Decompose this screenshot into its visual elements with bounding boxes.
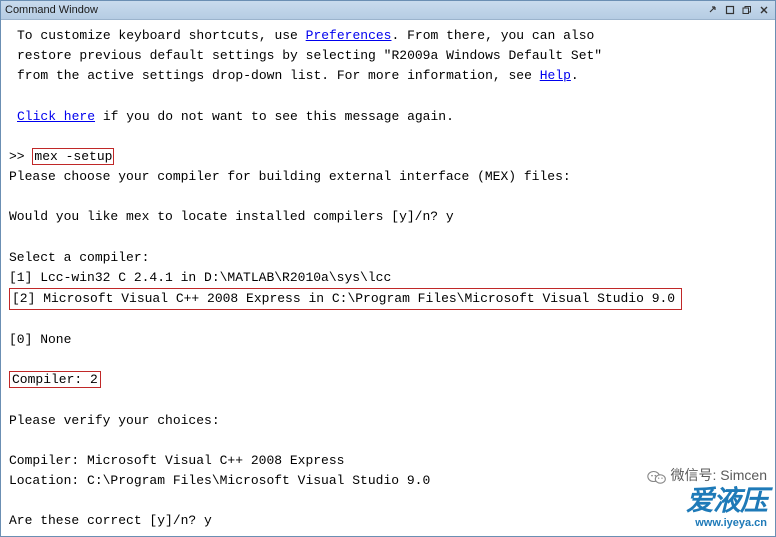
compiler-option-selected: [2] Microsoft Visual C++ 2008 Express in… — [9, 288, 767, 310]
title-bar: Command Window — [1, 1, 775, 20]
compiler-option: [1] Lcc-win32 C 2.4.1 in D:\MATLAB\R2010… — [9, 268, 767, 288]
window-title: Command Window — [5, 4, 98, 16]
command-window: Command Window To customize keyboard sho… — [0, 0, 776, 537]
output-line: Select a compiler: — [9, 248, 767, 268]
maximize-button[interactable] — [723, 4, 737, 16]
undock-button[interactable] — [706, 4, 720, 16]
output-line: Please verify your choices: — [9, 411, 767, 431]
compiler-answer: Compiler: 2 — [9, 370, 767, 390]
output-line: Are these correct [y]/n? y — [9, 511, 767, 531]
window-controls — [706, 4, 771, 16]
output-line: Compiler: Microsoft Visual C++ 2008 Expr… — [9, 451, 767, 471]
output-line: Location: C:\Program Files\Microsoft Vis… — [9, 471, 767, 491]
help-link[interactable]: Help — [540, 68, 571, 83]
restore-button[interactable] — [740, 4, 754, 16]
clickhere-line: Click here if you do not want to see thi… — [9, 107, 767, 127]
output-line: Please choose your compiler for building… — [9, 167, 767, 187]
intro-line: To customize keyboard shortcuts, use Pre… — [9, 26, 767, 46]
intro-line: from the active settings drop-down list.… — [9, 66, 767, 86]
compiler-option: [0] None — [9, 330, 767, 350]
intro-line: restore previous default settings by sel… — [9, 46, 767, 66]
prompt-line: >> mex -setup — [9, 147, 767, 167]
output-line: Would you like mex to locate installed c… — [9, 207, 767, 227]
mex-setup-command: mex -setup — [32, 148, 114, 165]
clickhere-link[interactable]: Click here — [17, 109, 95, 124]
close-button[interactable] — [757, 4, 771, 16]
console-output[interactable]: To customize keyboard shortcuts, use Pre… — [1, 20, 775, 536]
preferences-link[interactable]: Preferences — [306, 28, 392, 43]
